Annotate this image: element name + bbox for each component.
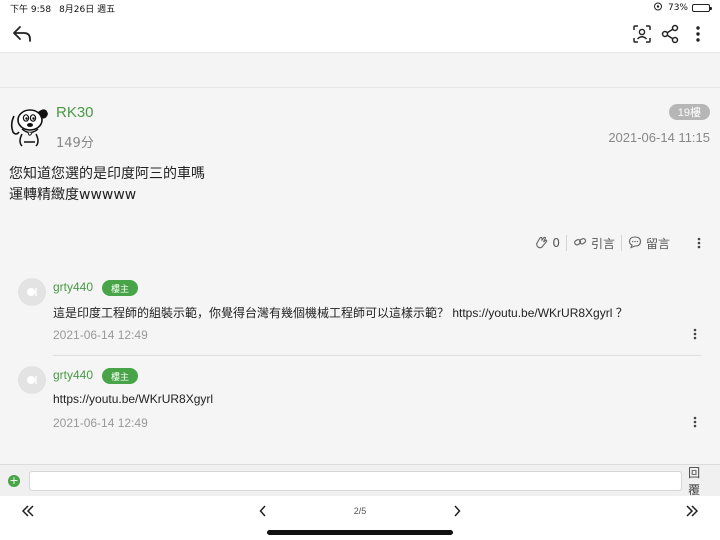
op-badge: 樓主 [102, 280, 139, 296]
op-badge: 樓主 [102, 368, 139, 384]
first-page-icon[interactable] [14, 497, 42, 525]
reply-send-button[interactable]: 回覆 [688, 464, 712, 498]
post-card: RK30 149分 19樓 2021-06-14 11:15 您知道您選的是印度… [0, 88, 720, 464]
like-count: 0 [552, 236, 560, 250]
quote-button[interactable]: 引言 [567, 235, 621, 252]
status-time: 下午 9:58 [10, 4, 52, 15]
last-page-icon[interactable] [678, 497, 706, 525]
comment-item: grty440 樓主 這是印度工程師的組裝示範，你覺得台灣有幾個機械工程師可以這… [0, 278, 720, 366]
post-more-icon[interactable] [688, 237, 710, 249]
comment-time: 2021-06-14 12:49 [53, 328, 148, 342]
comment-text[interactable]: https://youtu.be/WKrUR8Xgyrl [53, 392, 213, 406]
comment-more-icon[interactable] [690, 416, 700, 430]
comment-time: 2021-06-14 12:49 [53, 416, 148, 430]
comment-label: 留言 [645, 236, 670, 251]
link-icon [573, 235, 587, 252]
reply-back-icon[interactable] [8, 20, 36, 48]
like-button[interactable]: 0 [528, 235, 566, 252]
comment-bubble-icon [628, 235, 642, 252]
reply-input[interactable] [28, 470, 683, 491]
screen-lock-icon [652, 2, 664, 14]
post-actions: 0 引言 留言 [528, 232, 710, 254]
scan-user-icon[interactable] [628, 20, 656, 48]
author-score: 149分 [56, 136, 94, 151]
page-indicator[interactable]: 2/5 [354, 506, 367, 516]
pager: 2/5 [0, 496, 720, 526]
reply-bar: + 回覆 [0, 464, 720, 498]
comment-button[interactable]: 留言 [622, 235, 676, 252]
comment-item: grty440 樓主 https://youtu.be/WKrUR8Xgyrl … [0, 366, 720, 454]
commenter-avatar[interactable] [18, 366, 46, 394]
commenter-avatar[interactable] [18, 278, 46, 306]
battery-percent: 73% [667, 3, 688, 13]
author-avatar[interactable] [8, 102, 50, 148]
post-content-line: 您知道您選的是印度阿三的車嗎 [9, 166, 205, 182]
next-page-icon[interactable] [443, 497, 471, 525]
post-time: 2021-06-14 11:15 [608, 130, 710, 145]
status-date: 8月26日 週五 [59, 4, 116, 15]
post-content: 您知道您選的是印度阿三的車嗎 運轉精緻度wwwww [9, 164, 205, 206]
more-vertical-icon[interactable] [684, 20, 712, 48]
status-bar: 下午 9:58 8月26日 週五 73% [0, 0, 720, 16]
section-gap [0, 52, 720, 88]
commenter-name[interactable]: grty440 [53, 368, 93, 382]
clap-icon [534, 235, 548, 252]
top-toolbar [0, 16, 720, 52]
post-content-line: 運轉精緻度wwwww [9, 187, 137, 203]
commenter-name[interactable]: grty440 [53, 280, 93, 294]
floor-badge: 19樓 [668, 104, 710, 120]
author-name[interactable]: RK30 [56, 104, 94, 121]
comment-divider [53, 355, 701, 356]
quote-label: 引言 [590, 236, 615, 251]
prev-page-icon[interactable] [249, 497, 277, 525]
home-indicator[interactable] [267, 530, 453, 535]
share-icon[interactable] [656, 20, 684, 48]
comment-more-icon[interactable] [690, 328, 700, 342]
add-attachment-icon[interactable]: + [8, 474, 20, 487]
comment-text: 這是印度工程師的組裝示範，你覺得台灣有幾個機械工程師可以這樣示範？ https:… [53, 306, 628, 320]
battery-icon [692, 4, 712, 12]
